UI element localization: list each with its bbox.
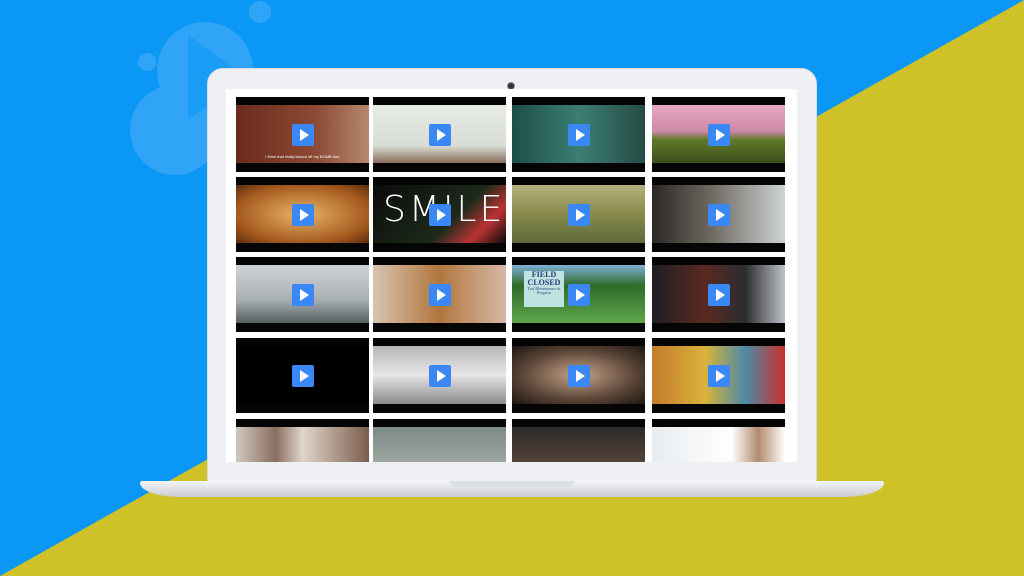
play-icon[interactable] (291, 283, 314, 306)
laptop-notch (450, 481, 574, 487)
video-thumbnail[interactable] (236, 338, 369, 413)
video-thumbnail[interactable] (512, 97, 645, 172)
thumbnail-image (373, 427, 506, 462)
video-thumbnail[interactable] (373, 257, 506, 332)
play-icon[interactable] (567, 203, 590, 226)
play-icon[interactable] (428, 123, 451, 146)
video-thumbnail[interactable] (373, 419, 506, 462)
play-icon[interactable] (567, 283, 590, 306)
video-thumbnail[interactable] (236, 177, 369, 252)
video-thumbnail[interactable] (512, 177, 645, 252)
play-icon[interactable] (428, 283, 451, 306)
thumbnail-image (512, 427, 645, 462)
video-thumbnail[interactable] (652, 97, 785, 172)
video-thumbnail[interactable]: FIELD CLOSED Turf Maintenance In Progress (512, 257, 645, 332)
video-thumbnail[interactable] (652, 177, 785, 252)
play-icon[interactable] (707, 283, 730, 306)
video-thumbnail[interactable] (512, 338, 645, 413)
video-thumbnail[interactable] (652, 338, 785, 413)
play-icon[interactable] (707, 203, 730, 226)
play-icon[interactable] (707, 364, 730, 387)
sign-subtitle: Turf Maintenance In Progress (527, 286, 561, 295)
laptop-screen: I think that really kicked off my BOMB t… (226, 89, 797, 462)
play-icon[interactable] (291, 203, 314, 226)
video-thumbnail[interactable] (236, 419, 369, 462)
video-thumbnail[interactable] (652, 257, 785, 332)
field-closed-sign: FIELD CLOSED Turf Maintenance In Progress (524, 271, 564, 307)
play-icon[interactable] (428, 364, 451, 387)
play-icon[interactable] (567, 364, 590, 387)
subtitle-caption: I think that really kicked off my BOMB t… (265, 154, 340, 159)
thumbnail-image (236, 427, 369, 462)
play-icon[interactable] (707, 123, 730, 146)
sign-title: FIELD CLOSED (527, 270, 561, 287)
play-icon[interactable] (291, 123, 314, 146)
thumbnail-image (652, 427, 785, 462)
video-thumbnail[interactable]: I think that really kicked off my BOMB t… (236, 97, 369, 172)
video-thumbnail[interactable]: SMILE (373, 177, 506, 252)
video-thumbnail[interactable] (373, 338, 506, 413)
play-icon[interactable] (428, 203, 451, 226)
play-icon[interactable] (567, 123, 590, 146)
video-thumbnail[interactable] (512, 419, 645, 462)
video-thumbnail[interactable] (652, 419, 785, 462)
video-thumbnail[interactable] (373, 97, 506, 172)
play-icon[interactable] (291, 364, 314, 387)
video-thumbnail[interactable] (236, 257, 369, 332)
